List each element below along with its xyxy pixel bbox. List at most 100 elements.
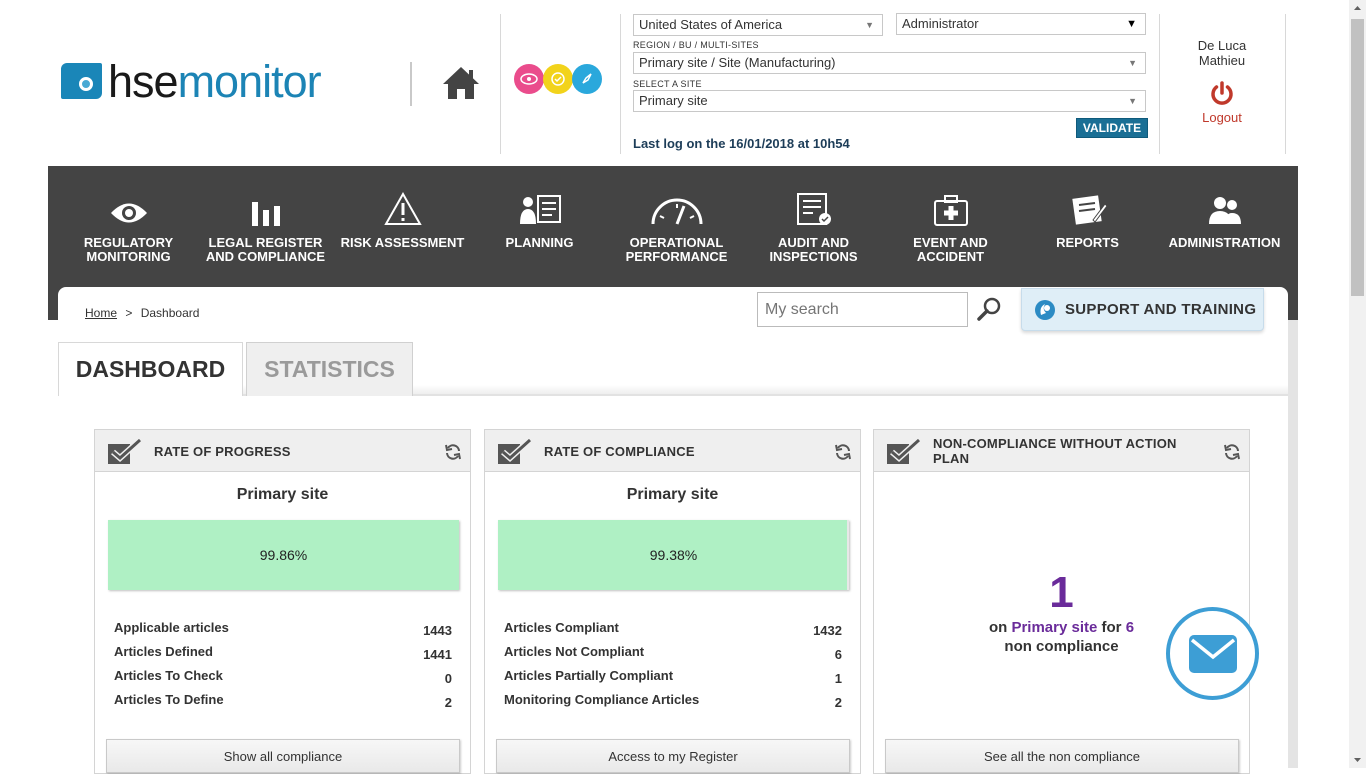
app-logo[interactable]: hsemonitor xyxy=(108,54,322,110)
region-select[interactable]: Primary site / Site (Manufacturing) ▼ xyxy=(633,52,1146,74)
nav-item-reports[interactable]: REPORTS xyxy=(1019,186,1156,250)
stats-list: Articles Compliant 1432 Articles Not Comp… xyxy=(504,620,842,716)
stat-row: Applicable articles 1443 xyxy=(114,620,452,644)
nav-item-audit-inspections[interactable]: AUDIT AND INSPECTIONS xyxy=(745,186,882,264)
stat-label: Articles Compliant xyxy=(504,620,619,635)
logo-monitor-text: monitor xyxy=(177,56,322,107)
breadcrumb: Home > Dashboard xyxy=(85,306,199,320)
user-last-name: Mathieu xyxy=(1198,53,1246,68)
widget-site-name: Primary site xyxy=(626,486,719,503)
scroll-up-arrow-icon[interactable] xyxy=(1349,0,1366,17)
widget-title: RATE OF COMPLIANCE xyxy=(544,443,695,459)
nav-item-operational-performance[interactable]: OPERATIONAL PERFORMANCE xyxy=(608,186,745,264)
nav-item-regulatory-monitoring[interactable]: REGULATORY MONITORING xyxy=(60,186,197,264)
stat-row: Articles To Define 2 xyxy=(114,692,452,716)
chevron-down-icon: ▼ xyxy=(1128,58,1137,68)
header-divider xyxy=(500,14,501,154)
stats-list: Applicable articles 1443 Articles Defined… xyxy=(114,620,452,716)
nav-item-risk-assessment[interactable]: RISK ASSESSMENT xyxy=(334,186,471,250)
role-select-value: Administrator xyxy=(902,16,979,31)
nav-label: EVENT AND ACCIDENT xyxy=(913,235,988,264)
user-first-name: De Luca xyxy=(1197,38,1247,53)
first-aid-icon xyxy=(882,186,1019,226)
nc-for-text: for xyxy=(1101,619,1122,636)
role-select[interactable]: Administrator ▼ xyxy=(896,13,1146,35)
mail-icon xyxy=(1189,635,1237,673)
country-select-value: United States of America xyxy=(639,17,783,32)
checkbox-icon xyxy=(886,437,922,465)
checklist-icon xyxy=(745,186,882,226)
stat-value: 1 xyxy=(834,671,842,686)
compass-module-icon[interactable] xyxy=(572,64,602,94)
stat-label: Articles Defined xyxy=(114,644,213,659)
power-icon[interactable] xyxy=(1209,80,1235,108)
rate-of-progress-widget: RATE OF PROGRESS Primary site 99.86% App… xyxy=(94,429,471,774)
logo-mark-icon xyxy=(61,63,102,99)
widget-header: NON-COMPLIANCE WITHOUT ACTION PLAN xyxy=(874,430,1249,472)
gauge-icon xyxy=(608,186,745,226)
refresh-icon[interactable] xyxy=(834,443,852,461)
stat-label: Articles To Define xyxy=(114,692,224,707)
country-select[interactable]: United States of America ▼ xyxy=(633,14,883,36)
header-divider xyxy=(1159,14,1160,154)
stat-value: 0 xyxy=(444,671,452,686)
breadcrumb-separator: > xyxy=(125,306,133,320)
stat-row: Articles Defined 1441 xyxy=(114,644,452,668)
stat-value: 2 xyxy=(444,695,452,710)
nav-item-legal-register[interactable]: LEGAL REGISTER AND COMPLIANCE xyxy=(197,186,334,264)
eye-icon xyxy=(60,186,197,226)
nav-label: AUDIT AND INSPECTIONS xyxy=(769,235,858,264)
checkbox-icon xyxy=(497,437,533,465)
search-input[interactable] xyxy=(757,292,968,327)
support-training-button[interactable]: SUPPORT AND TRAINING xyxy=(1021,288,1264,331)
rate-of-compliance-widget: RATE OF COMPLIANCE Primary site 99.38% A… xyxy=(484,429,861,774)
stat-value: 6 xyxy=(834,647,842,662)
nav-label: REPORTS xyxy=(1056,235,1119,250)
stat-row: Articles Not Compliant 6 xyxy=(504,644,842,668)
nav-label: ADMINISTRATION xyxy=(1168,235,1281,250)
nc-total: 6 xyxy=(1125,619,1135,636)
support-label: SUPPORT AND TRAINING xyxy=(1065,301,1257,318)
warning-icon xyxy=(334,186,471,226)
site-select[interactable]: Primary site ▼ xyxy=(633,90,1146,112)
nav-item-event-accident[interactable]: EVENT AND ACCIDENT xyxy=(882,186,1019,264)
logout-link[interactable]: Logout xyxy=(1170,110,1274,125)
stat-row: Articles Compliant 1432 xyxy=(504,620,842,644)
nav-label: RISK ASSESSMENT xyxy=(340,235,465,250)
chevron-down-icon: ▼ xyxy=(865,20,874,30)
chevron-down-icon: ▼ xyxy=(1126,18,1137,30)
reports-icon xyxy=(1019,186,1156,226)
nc-site-link[interactable]: Primary site xyxy=(1011,619,1097,636)
check-module-icon[interactable] xyxy=(543,64,573,94)
stat-label: Monitoring Compliance Articles xyxy=(504,692,700,707)
bar-chart-icon xyxy=(197,186,334,226)
compliance-bar: 99.38% xyxy=(498,520,849,590)
header-divider xyxy=(1285,14,1286,154)
breadcrumb-home-link[interactable]: Home xyxy=(85,306,117,320)
site-select-value: Primary site xyxy=(639,93,708,108)
tab-dashboard[interactable]: DASHBOARD xyxy=(58,342,243,396)
nav-label: REGULATORY MONITORING xyxy=(83,235,174,264)
stat-row: Articles To Check 0 xyxy=(114,668,452,692)
scroll-down-arrow-icon[interactable] xyxy=(1349,751,1366,768)
refresh-icon[interactable] xyxy=(1223,443,1241,461)
search-icon[interactable] xyxy=(976,295,1004,323)
scrollbar-thumb[interactable] xyxy=(1351,19,1364,296)
users-icon xyxy=(1156,186,1293,226)
progress-bar: 99.86% xyxy=(108,520,459,590)
stat-value: 1432 xyxy=(813,623,842,638)
nav-item-administration[interactable]: ADMINISTRATION xyxy=(1156,186,1293,250)
nav-item-planning[interactable]: PLANNING xyxy=(471,186,608,250)
widget-site-name: Primary site xyxy=(236,486,329,503)
non-compliance-widget: NON-COMPLIANCE WITHOUT ACTION PLAN 1 on … xyxy=(873,429,1250,774)
eye-module-icon[interactable] xyxy=(514,64,544,94)
chevron-down-icon: ▼ xyxy=(1128,96,1137,106)
refresh-icon[interactable] xyxy=(444,443,462,461)
mail-button[interactable] xyxy=(1166,607,1259,700)
progress-percent: 99.86% xyxy=(259,547,308,563)
tab-statistics[interactable]: STATISTICS xyxy=(246,342,413,396)
breadcrumb-current: Dashboard xyxy=(140,306,200,320)
validate-button[interactable]: VALIDATE xyxy=(1076,118,1148,138)
logo-hse-text: hse xyxy=(108,56,179,107)
home-icon[interactable] xyxy=(441,64,481,102)
